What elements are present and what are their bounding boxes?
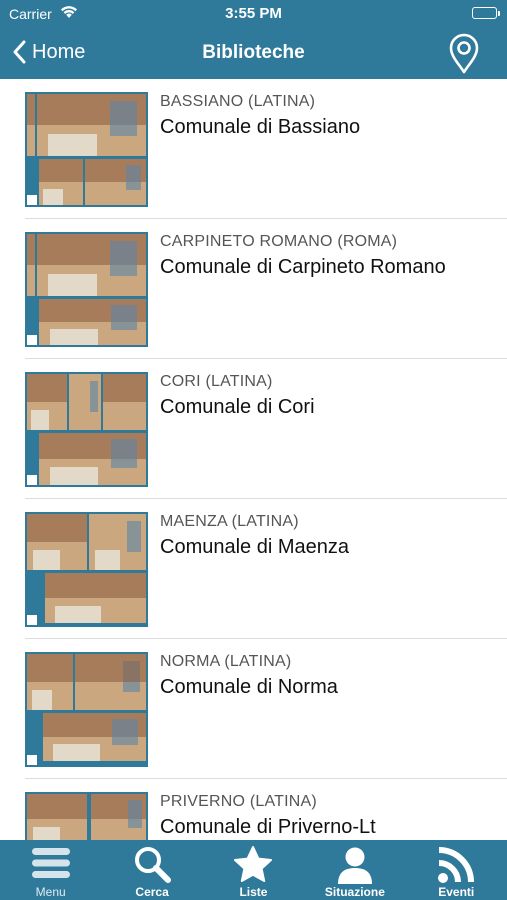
library-region: NORMA (LATINA): [160, 653, 292, 670]
library-region: CARPINETO ROMANO (ROMA): [160, 233, 398, 250]
library-thumbnail: [25, 372, 148, 487]
library-region: MAENZA (LATINA): [160, 513, 299, 530]
library-thumbnail: [25, 512, 148, 627]
tab-status[interactable]: Situazione: [304, 840, 405, 900]
tab-bar: Menu Cerca Liste Situazione Eventi: [0, 840, 507, 900]
library-name: Comunale di Carpineto Romano: [160, 256, 446, 278]
hamburger-menu-icon: [31, 848, 70, 878]
list-item[interactable]: CARPINETO ROMANO (ROMA) Comunale di Carp…: [0, 219, 507, 359]
user-icon: [337, 847, 372, 884]
tab-label: Cerca: [135, 885, 169, 899]
library-region: BASSIANO (LATINA): [160, 93, 316, 110]
tab-label: Situazione: [324, 885, 385, 899]
tab-lists[interactable]: Liste: [203, 840, 304, 900]
library-thumbnail: [25, 652, 148, 767]
library-name: Comunale di Norma: [160, 676, 338, 698]
library-name: Comunale di Priverno-Lt: [160, 816, 376, 838]
library-list: BASSIANO (LATINA) Comunale di Bassiano C…: [0, 79, 507, 840]
list-item[interactable]: PRIVERNO (LATINA) Comunale di Priverno-L…: [0, 779, 507, 840]
star-icon: [234, 846, 273, 882]
library-name: Comunale di Maenza: [160, 536, 349, 558]
tab-label: Eventi: [438, 885, 475, 899]
library-thumbnail: [25, 92, 148, 207]
tab-menu[interactable]: Menu: [0, 840, 101, 900]
tab-events[interactable]: Eventi: [406, 840, 507, 900]
library-thumbnail: [25, 792, 148, 840]
tab-label: Liste: [239, 885, 268, 899]
search-icon: [135, 847, 172, 883]
status-bar: Carrier 3:55 PM: [0, 0, 507, 28]
library-region: PRIVERNO (LATINA): [160, 793, 317, 810]
page-title: Biblioteche: [202, 42, 305, 63]
list-item[interactable]: BASSIANO (LATINA) Comunale di Bassiano: [0, 79, 507, 219]
library-name: Comunale di Bassiano: [160, 116, 361, 138]
list-item[interactable]: MAENZA (LATINA) Comunale di Maenza: [0, 499, 507, 639]
library-name: Comunale di Cori: [160, 396, 315, 418]
clock: 3:55 PM: [225, 5, 282, 22]
library-thumbnail: [25, 232, 148, 347]
library-region: CORI (LATINA): [160, 373, 273, 390]
navigation-bar: Home Biblioteche: [0, 28, 507, 79]
tab-label: Menu: [35, 885, 66, 899]
tab-search[interactable]: Cerca: [101, 840, 202, 900]
rss-feed-icon: [438, 847, 475, 883]
top-bar: Carrier 3:55 PM Home Biblioteche: [0, 0, 507, 79]
list-item[interactable]: NORMA (LATINA) Comunale di Norma: [0, 639, 507, 779]
map-pin-icon[interactable]: [447, 32, 481, 79]
battery-icon: [472, 7, 500, 19]
list-item[interactable]: CORI (LATINA) Comunale di Cori: [0, 359, 507, 499]
